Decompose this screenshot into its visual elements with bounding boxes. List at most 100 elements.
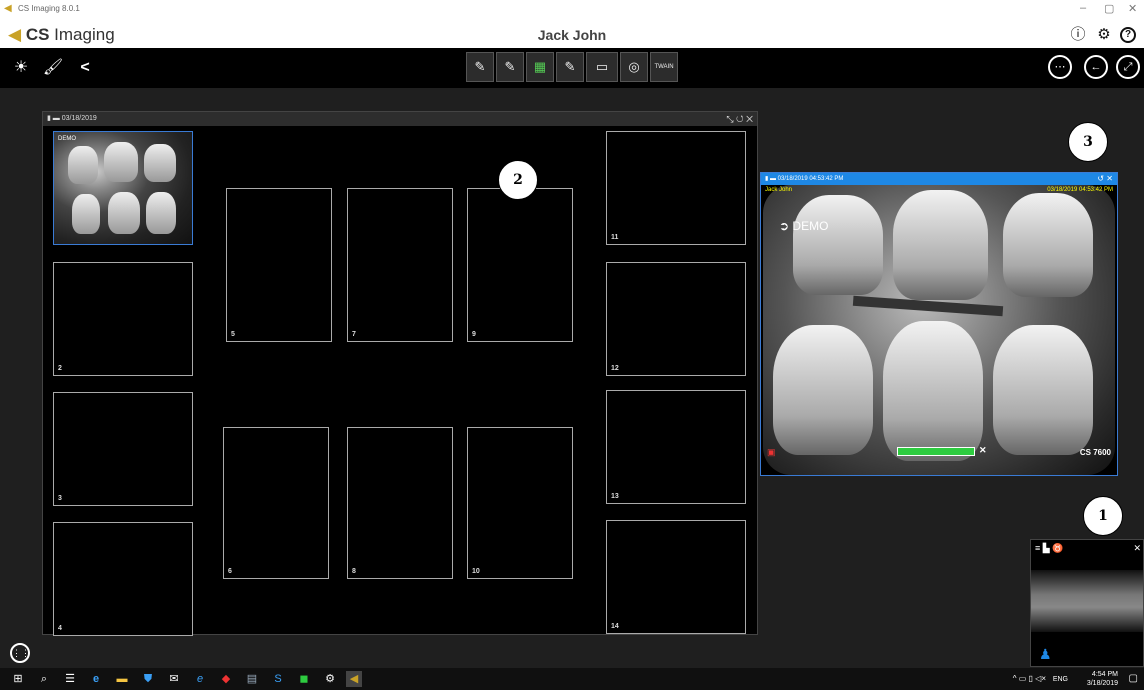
twain-icon[interactable]: TWAIN [650, 52, 678, 82]
info-icon[interactable]: ⓘ [1068, 25, 1088, 45]
slot-number: 7 [352, 331, 356, 338]
device-status-icon: ▣ [767, 447, 776, 457]
restore-button[interactable]: ▢ [1104, 2, 1114, 15]
mount-slot-7[interactable]: 7 [347, 188, 453, 342]
tooth [72, 194, 100, 234]
acquire-intraoral-icon[interactable]: ✎ [466, 52, 494, 82]
share-icon[interactable]: < [72, 55, 98, 81]
task-view-icon[interactable]: ☰ [62, 671, 78, 687]
mount-header: ▮ ▬ 03/18/2019 ⤡ ↺ ✕ [43, 112, 757, 126]
callout-2: 2 [498, 160, 538, 200]
cs-imaging-taskbar-icon[interactable]: ◀ [346, 671, 362, 687]
app-header: ◀ CS Imaging Jack John ⓘ ⚙ ? [0, 22, 1144, 48]
app-grid-button[interactable]: ⋮⋮ [10, 643, 30, 663]
back-icon[interactable]: ← [1084, 55, 1108, 79]
acquisition-progress-bar [897, 447, 975, 456]
tooth [108, 192, 140, 234]
mini-preview-panel: ≡ ▙ ♉ ✕ ♟ [1030, 539, 1144, 667]
tooth [993, 325, 1093, 455]
mount-slot-13[interactable]: 13 [606, 390, 746, 504]
acquire-panoramic-icon[interactable]: ▭ [586, 52, 618, 82]
settings-icon[interactable]: ⚙ [1094, 25, 1114, 45]
acquire-fmx-icon[interactable]: ▦ [526, 52, 554, 82]
slot-number: 13 [611, 493, 619, 500]
workspace: ▮ ▬ 03/18/2019 ⤡ ↺ ✕ DEMO 2 3 4 5 7 9 6 … [0, 88, 1144, 668]
slot-number: 9 [472, 331, 476, 338]
windows-taskbar: ⊞ ⌕ ☰ e ▬ ⛊ ✉ e ◆ ▤ S ◼ ⚙ ◀ ^ ▭ ▯ ◁× ENG… [0, 668, 1144, 690]
main-toolbar: ☀ 🖌 < ✎ ✎ ▦ ✎ ▭ ◎ TWAIN ⋯ ← ⤢ [0, 48, 1144, 88]
edge-icon[interactable]: e [88, 671, 104, 687]
mount-controls[interactable]: ⤡ ↺ ✕ [726, 112, 753, 126]
mount-slot-2[interactable]: 2 [53, 262, 193, 376]
language-indicator[interactable]: ENG [1053, 675, 1068, 684]
more-options-icon[interactable]: ⋯ [1048, 55, 1072, 79]
mount-slot-11[interactable]: 11 [606, 131, 746, 245]
tray-icons[interactable]: ^ ▭ ▯ ◁× [1013, 674, 1046, 683]
mount-slot-10[interactable]: 10 [467, 427, 573, 579]
mount-slot-5[interactable]: 5 [226, 188, 332, 342]
tooth-icon[interactable]: ♉ [1052, 543, 1063, 553]
patient-overlay: Jack John [765, 187, 793, 193]
slot-number: 8 [352, 568, 356, 575]
progress-fill [898, 448, 974, 455]
tooth [1003, 193, 1093, 297]
demo-icon: ➲ [779, 219, 790, 233]
app-icon[interactable]: ▤ [244, 671, 260, 687]
store-icon[interactable]: ⛊ [140, 671, 156, 687]
demo-label: ➲ DEMO [779, 219, 828, 233]
slot1-demo-label: DEMO [58, 136, 76, 142]
mail-icon[interactable]: ✉ [166, 671, 182, 687]
viewer-timestamp: 03/18/2019 04:53:42 PM [777, 176, 844, 182]
adjust-icon[interactable]: ≡ [1035, 543, 1040, 553]
patient-figure-icon[interactable]: ♟ [1039, 646, 1052, 663]
paint-tool-icon[interactable]: 🖌 [40, 55, 66, 81]
start-icon[interactable]: ⊞ [10, 671, 26, 687]
mount-slot-1[interactable]: DEMO [53, 131, 193, 245]
mount-slot-8[interactable]: 8 [347, 427, 453, 579]
clock[interactable]: 4:54 PM 3/18/2019 [1087, 670, 1118, 688]
viewer-header: ▮ ▬ 03/18/2019 04:53:42 PM ↺ ✕ [761, 173, 1117, 185]
mount-slot-3[interactable]: 3 [53, 392, 193, 506]
acquire-camera-icon[interactable]: ✎ [556, 52, 584, 82]
mount-slot-6[interactable]: 6 [223, 427, 329, 579]
mount-slot-12[interactable]: 12 [606, 262, 746, 376]
help-icon[interactable]: ? [1120, 27, 1136, 43]
tooth [883, 321, 983, 461]
clock-date: 3/18/2019 [1086, 680, 1118, 687]
tooth [146, 192, 176, 234]
mini-header: ≡ ▙ ♉ ✕ [1031, 540, 1143, 556]
acquire-scanner-icon[interactable]: ◎ [620, 52, 648, 82]
mount-slot-14[interactable]: 14 [606, 520, 746, 634]
notifications-icon[interactable]: ▢ [1129, 674, 1138, 684]
tooth [144, 144, 176, 182]
slot-number: 12 [611, 365, 619, 372]
fullscreen-icon[interactable]: ⤢ [1116, 55, 1140, 79]
tooth [793, 195, 883, 295]
ie-icon[interactable]: e [192, 671, 208, 687]
app-icon[interactable]: ◆ [218, 671, 234, 687]
viewer-controls[interactable]: ↺ ✕ [1097, 173, 1113, 185]
mount-slot-4[interactable]: 4 [53, 522, 193, 636]
mount-slot-9[interactable]: 9 [467, 188, 573, 342]
window-titlebar: ◀ CS Imaging 8.0.1 – ▢ ✕ [0, 0, 1144, 22]
viewer-info-icon[interactable]: ▮ ▬ [765, 176, 776, 182]
mini-panoramic-thumbnail[interactable] [1031, 570, 1143, 632]
acquire-sensor-icon[interactable]: ✎ [496, 52, 524, 82]
cancel-acquisition-icon[interactable]: ✕ [979, 445, 987, 456]
mount-info-icon[interactable]: ▮ ▬ [47, 115, 60, 122]
acquisition-viewer[interactable]: ▮ ▬ 03/18/2019 04:53:42 PM ↺ ✕ Jack John… [760, 172, 1118, 476]
device-model: CS 7600 [1079, 448, 1111, 457]
close-window-button[interactable]: ✕ [1128, 2, 1137, 15]
mini-close-button[interactable]: ✕ [1133, 540, 1141, 556]
slot-number: 5 [231, 331, 235, 338]
brightness-icon[interactable]: ☀ [8, 55, 34, 81]
file-explorer-icon[interactable]: ▬ [114, 671, 130, 687]
patient-name: Jack John [537, 27, 607, 43]
app-icon[interactable]: ◼ [296, 671, 312, 687]
skype-icon[interactable]: S [270, 671, 286, 687]
settings-taskbar-icon[interactable]: ⚙ [322, 671, 338, 687]
histogram-icon[interactable]: ▙ [1043, 543, 1050, 553]
callout-1: 1 [1083, 496, 1123, 536]
search-icon[interactable]: ⌕ [36, 671, 52, 687]
minimize-button[interactable]: – [1080, 2, 1086, 14]
